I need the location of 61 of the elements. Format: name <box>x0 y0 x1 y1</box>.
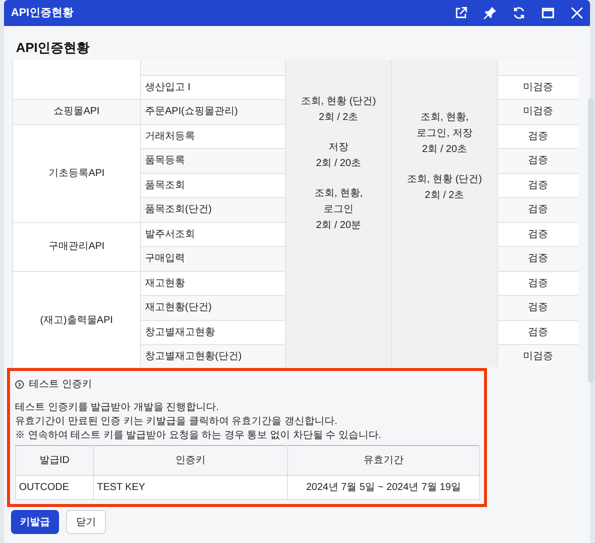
group-cell: 구매관리API <box>12 222 140 271</box>
scrollbar-thumb[interactable] <box>588 98 594 383</box>
status-cell: 검증 <box>498 222 578 246</box>
limit-text: 조회, 현황, <box>420 112 469 123</box>
window-title: API인증현황 <box>11 6 74 21</box>
table-cell: 생산입고 I <box>140 75 286 100</box>
group-cell: (재고)출력물API <box>12 271 140 367</box>
status-cell: 검증 <box>498 320 578 344</box>
refresh-icon[interactable] <box>512 6 526 20</box>
table-cell: TEST KEY <box>94 476 288 500</box>
group-cell: 기초등록API <box>12 124 140 222</box>
limit-text: 조회, 현황 (단건) <box>407 174 482 185</box>
table-cell: 발주서조회 <box>140 222 286 246</box>
page-heading: API인증현황 <box>16 40 90 55</box>
status-cell: 검증 <box>498 148 578 173</box>
table-cell: OUTCODE <box>16 476 94 500</box>
table-cell: 창고별재고현황 <box>140 320 286 344</box>
table-cell: 품목등록 <box>140 148 286 173</box>
table-cell: 품목조회(단건) <box>140 198 286 222</box>
close-button[interactable]: 닫기 <box>66 510 106 534</box>
limit-text: 2회 / 2초 <box>424 190 464 201</box>
table-cell: 품목조회 <box>140 173 286 198</box>
close-icon[interactable] <box>570 6 584 20</box>
table-cell: 재고현황(단건) <box>140 296 286 320</box>
table-cell: 창고별재고현황(단건) <box>140 344 286 367</box>
limit-text: 조회, 현황, <box>314 188 363 199</box>
table-cell: 구매입력 <box>140 246 286 271</box>
status-cell: 검증 <box>498 124 578 148</box>
chevron-circle-icon <box>15 380 24 388</box>
issue-key-button[interactable]: 키발급 <box>11 510 59 534</box>
notice-text: ※ 연속하여 테스트 키를 발급받아 요청을 하는 경우 통보 없이 차단될 수 있습니다. <box>15 429 382 443</box>
status-cell: 검증 <box>498 271 578 296</box>
status-cell: 검증 <box>498 296 578 320</box>
group-cell: 쇼핑몰API <box>12 100 140 124</box>
maximize-icon[interactable] <box>541 6 555 20</box>
table-cell: 주문API(쇼핑몰관리) <box>140 100 286 124</box>
status-cell: 검증 <box>498 246 578 271</box>
notice-text: 테스트 인증키를 발급받아 개발을 진행합니다. <box>15 401 220 415</box>
limit-text: 저장 <box>328 142 348 153</box>
column-header: 유효기간 <box>288 446 480 476</box>
table-cell: 재고현황 <box>140 271 286 296</box>
limit-text: 2회 / 20초 <box>422 144 468 155</box>
section-title: 테스트 인증키 <box>29 378 92 392</box>
limit-text: 로그인, 저장 <box>416 128 472 139</box>
column-header: 발급ID <box>16 446 94 476</box>
status-cell: 검증 <box>498 198 578 222</box>
status-cell: 미검증 <box>498 75 578 100</box>
notice-text: 유효기간이 만료된 인증 키는 키발급을 클릭하여 유효기간을 갱신합니다. <box>15 415 338 429</box>
limit-text: 2회 / 2초 <box>318 112 358 123</box>
status-cell: 미검증 <box>498 100 578 124</box>
pin-icon[interactable] <box>483 6 497 20</box>
table-cell: 거래처등록 <box>140 124 286 148</box>
external-link-icon[interactable] <box>454 6 468 20</box>
status-cell: 검증 <box>498 173 578 198</box>
status-cell: 미검증 <box>498 344 578 367</box>
column-header: 인증키 <box>94 446 288 476</box>
limit-text: 2회 / 20초 <box>316 158 362 169</box>
limit-text: 로그인 <box>324 204 354 215</box>
limit-text: 조회, 현황 (단건) <box>301 96 376 107</box>
table-cell: 2024년 7월 5일 ~ 2024년 7월 19일 <box>288 476 480 500</box>
limit-text: 2회 / 20분 <box>316 220 362 231</box>
